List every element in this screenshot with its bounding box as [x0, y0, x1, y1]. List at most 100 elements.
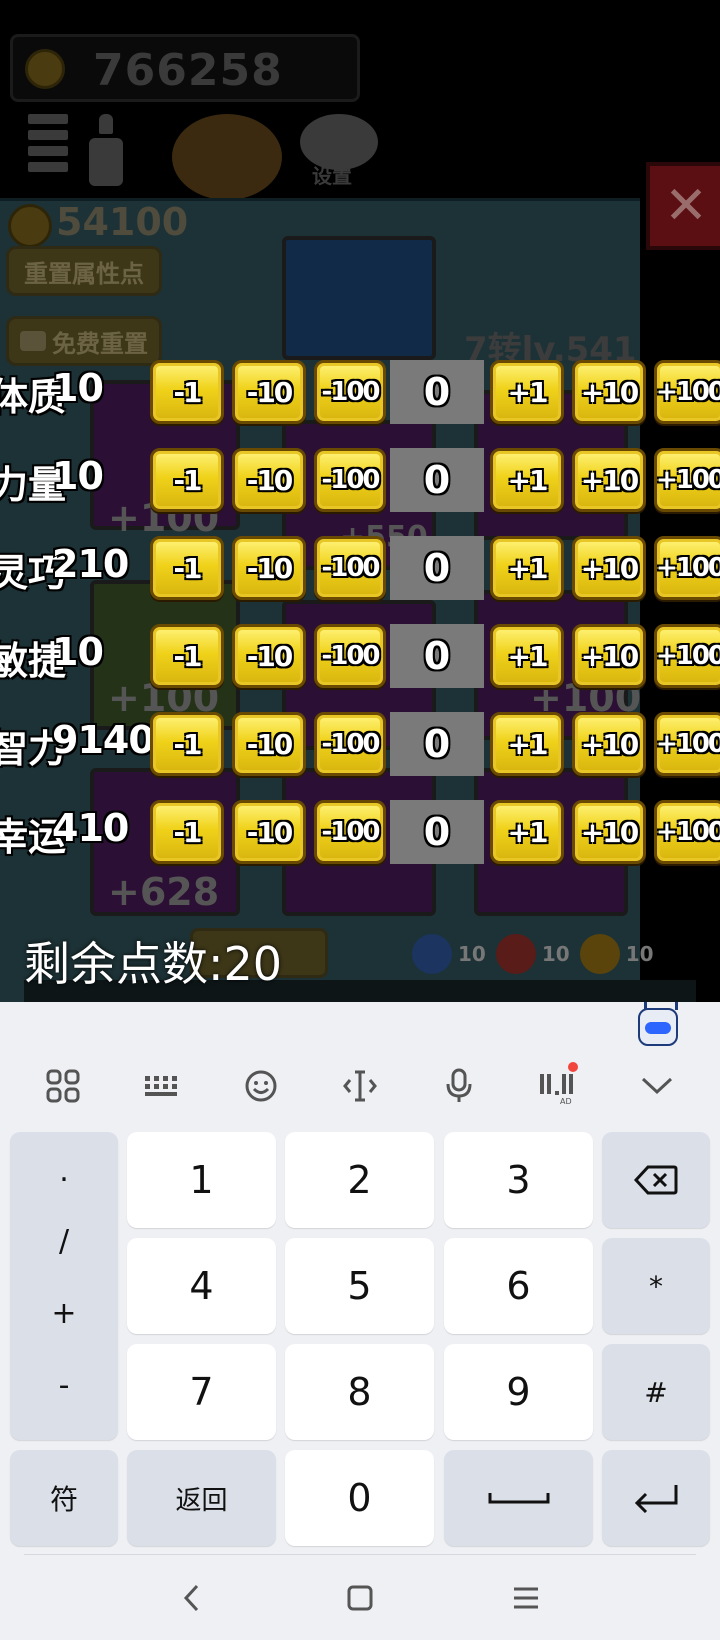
plus-100-button[interactable]: +100: [654, 800, 720, 864]
key-0[interactable]: 0: [285, 1450, 434, 1546]
plus-100-button[interactable]: +100: [654, 448, 720, 512]
notification-dot: [568, 1062, 578, 1072]
stat-row: 力量 10 -1 -10 -100 0 +1 +10 +100: [0, 448, 720, 512]
reset-points-button[interactable]: 重置属性点: [6, 246, 162, 296]
plus-10-button[interactable]: +10: [572, 536, 646, 600]
assistant-mascot-icon[interactable]: [638, 1002, 678, 1046]
key-3[interactable]: 3: [444, 1132, 593, 1228]
keyboard-layout-icon[interactable]: [132, 1056, 192, 1116]
key-7[interactable]: 7: [127, 1344, 276, 1440]
key-9[interactable]: 9: [444, 1344, 593, 1440]
plus-1-button[interactable]: +1: [490, 536, 564, 600]
key-8[interactable]: 8: [285, 1344, 434, 1440]
key-6[interactable]: 6: [444, 1238, 593, 1334]
key-hash[interactable]: #: [602, 1344, 710, 1440]
minus-10-button[interactable]: -10: [232, 448, 306, 512]
stat-row: 敏捷 10 -1 -10 -100 0 +1 +10 +100: [0, 624, 720, 688]
minus-100-button[interactable]: -100: [314, 624, 386, 688]
treasure-pot-icon[interactable]: [172, 114, 282, 200]
stat-value: 10: [52, 454, 104, 498]
collapse-keyboard-icon[interactable]: [627, 1056, 687, 1116]
minus-1-button[interactable]: -1: [150, 624, 224, 688]
stat-input[interactable]: 0: [390, 624, 484, 688]
numeric-keyboard: AD . / + - 1 2 3 4 5 6 * 7 8 9 # 符 返回 0: [0, 1002, 720, 1640]
minus-1-button[interactable]: -1: [150, 536, 224, 600]
equipment-slot-helmet[interactable]: [282, 236, 436, 360]
plus-1-button[interactable]: +1: [490, 624, 564, 688]
stat-input[interactable]: 0: [390, 712, 484, 776]
top-gold-counter: 766258: [10, 34, 360, 102]
plus-1-button[interactable]: +1: [490, 360, 564, 424]
nav-recents-button[interactable]: [496, 1568, 556, 1628]
plus-10-button[interactable]: +10: [572, 712, 646, 776]
minus-10-button[interactable]: -10: [232, 536, 306, 600]
minus-10-button[interactable]: -10: [232, 800, 306, 864]
stat-input[interactable]: 0: [390, 536, 484, 600]
minus-10-button[interactable]: -10: [232, 360, 306, 424]
stat-row: 体质 10 -1 -10 -100 0 +1 +10 +100: [0, 360, 720, 424]
minus-100-button[interactable]: -100: [314, 360, 386, 424]
resource-count: 10: [625, 942, 654, 966]
space-key[interactable]: [444, 1450, 593, 1546]
back-key[interactable]: 返回: [127, 1450, 276, 1546]
minus-100-button[interactable]: -100: [314, 800, 386, 864]
free-reset-button[interactable]: 免费重置: [6, 316, 162, 366]
keyboard-toolbar: AD: [0, 1056, 720, 1116]
microphone-icon[interactable]: [429, 1056, 489, 1116]
minus-1-button[interactable]: -1: [150, 448, 224, 512]
plus-100-button[interactable]: +100: [654, 536, 720, 600]
plus-10-button[interactable]: +10: [572, 360, 646, 424]
symbols-key[interactable]: 符: [10, 1450, 118, 1546]
resource-bar: 10 10 10: [412, 934, 664, 974]
free-reset-label: 免费重置: [52, 329, 148, 358]
plus-100-button[interactable]: +100: [654, 360, 720, 424]
key-minus[interactable]: -: [10, 1368, 118, 1403]
plus-1-button[interactable]: +1: [490, 448, 564, 512]
double-11-ad-icon[interactable]: AD: [528, 1056, 588, 1116]
nav-home-button[interactable]: [330, 1568, 390, 1628]
grid-menu-icon[interactable]: [33, 1056, 93, 1116]
minus-1-button[interactable]: -1: [150, 800, 224, 864]
key-1[interactable]: 1: [127, 1132, 276, 1228]
minus-10-button[interactable]: -10: [232, 712, 306, 776]
minus-100-button[interactable]: -100: [314, 536, 386, 600]
plus-10-button[interactable]: +10: [572, 448, 646, 512]
chess-piece-icon[interactable]: [88, 114, 124, 192]
plus-100-button[interactable]: +100: [654, 712, 720, 776]
clock-icon: [495, 934, 536, 974]
stat-input[interactable]: 0: [390, 800, 484, 864]
plus-10-button[interactable]: +10: [572, 800, 646, 864]
video-icon: [20, 331, 46, 351]
key-2[interactable]: 2: [285, 1132, 434, 1228]
chevron-left-icon: [183, 1584, 199, 1612]
key-4[interactable]: 4: [127, 1238, 276, 1334]
minus-100-button[interactable]: -100: [314, 448, 386, 512]
close-button[interactable]: ✕: [646, 162, 720, 250]
key-dot[interactable]: .: [10, 1154, 118, 1189]
cursor-move-icon[interactable]: [330, 1056, 390, 1116]
key-5[interactable]: 5: [285, 1238, 434, 1334]
plus-10-button[interactable]: +10: [572, 624, 646, 688]
enter-icon: [634, 1485, 678, 1513]
key-plus[interactable]: +: [10, 1296, 118, 1331]
plus-100-button[interactable]: +100: [654, 624, 720, 688]
slot-bonus: +628: [108, 870, 220, 914]
water-drop-icon: [412, 934, 452, 974]
minus-1-button[interactable]: -1: [150, 360, 224, 424]
minus-100-button[interactable]: -100: [314, 712, 386, 776]
resource-count: 10: [541, 942, 570, 966]
stat-input[interactable]: 0: [390, 448, 484, 512]
backspace-key[interactable]: [602, 1132, 710, 1228]
enter-key[interactable]: [602, 1450, 710, 1546]
key-star[interactable]: *: [602, 1238, 710, 1334]
stat-value: 10: [52, 366, 104, 410]
list-menu-icon[interactable]: [28, 114, 68, 176]
key-slash[interactable]: /: [10, 1224, 118, 1259]
minus-1-button[interactable]: -1: [150, 712, 224, 776]
stat-input[interactable]: 0: [390, 360, 484, 424]
emoji-icon[interactable]: [231, 1056, 291, 1116]
minus-10-button[interactable]: -10: [232, 624, 306, 688]
nav-back-button[interactable]: [162, 1568, 222, 1628]
plus-1-button[interactable]: +1: [490, 800, 564, 864]
plus-1-button[interactable]: +1: [490, 712, 564, 776]
